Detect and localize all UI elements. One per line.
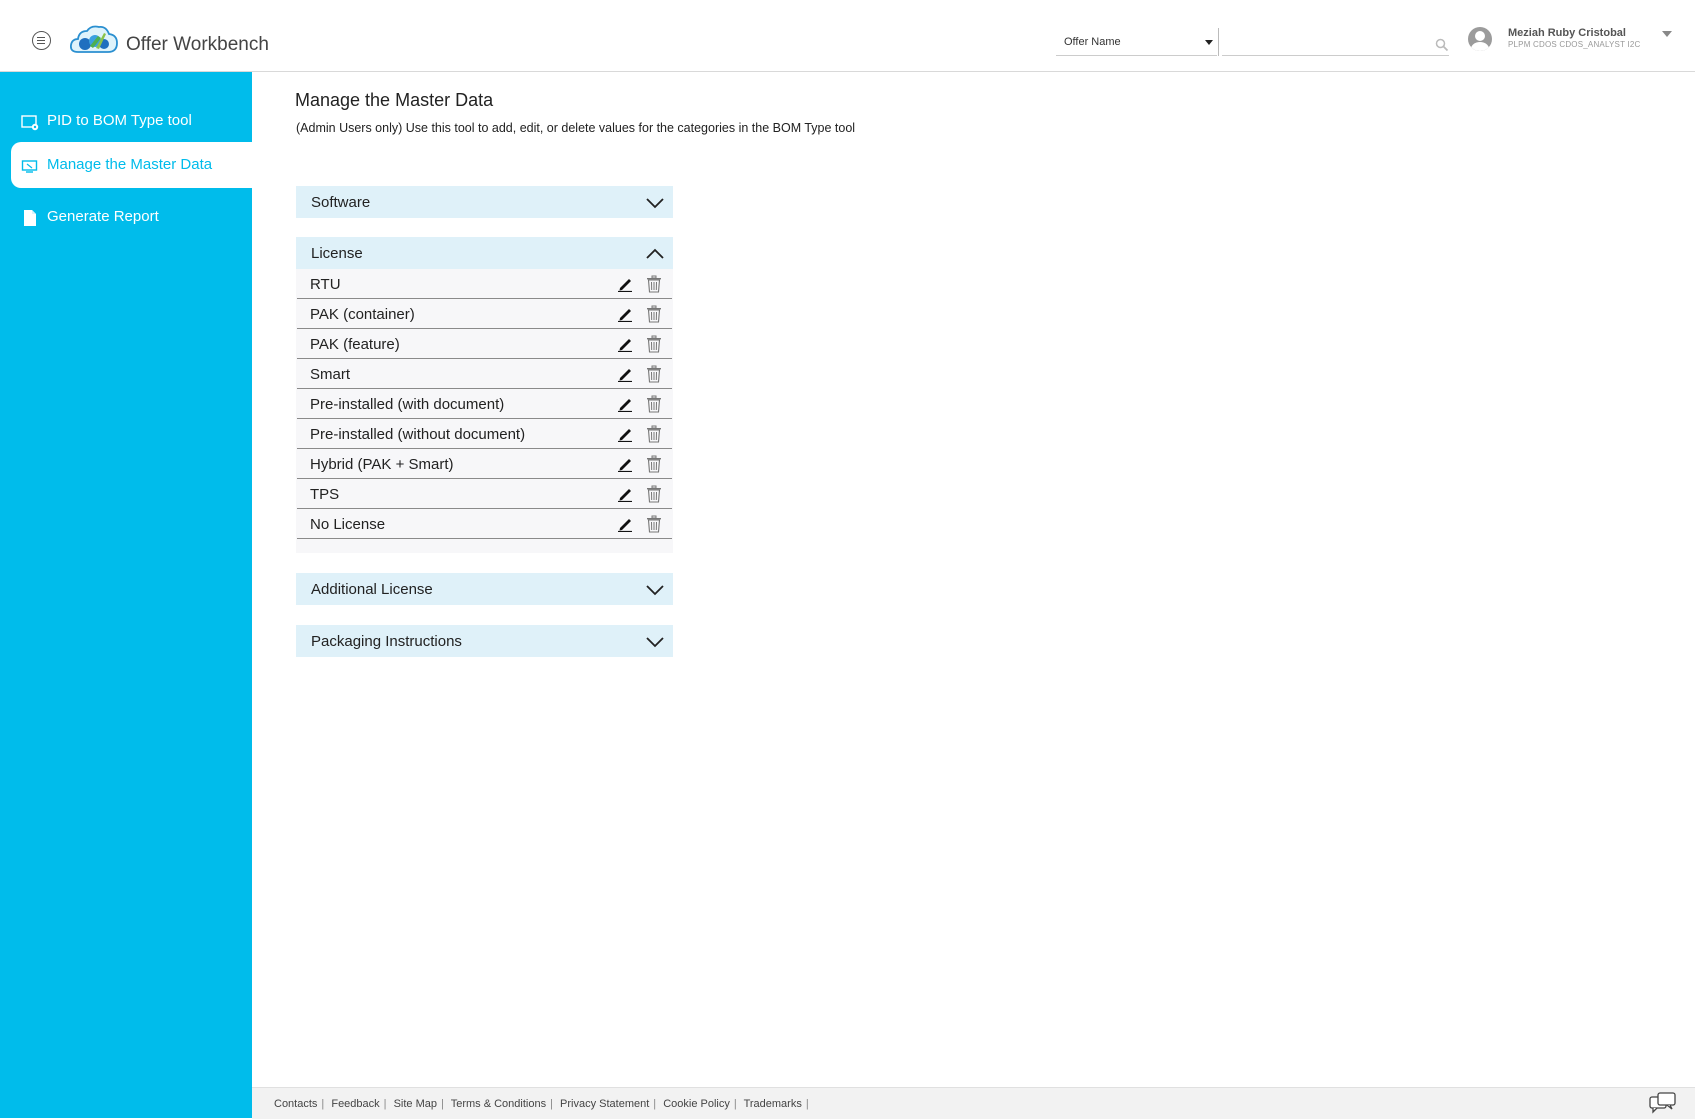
- sidebar-item-label: Generate Report: [47, 208, 159, 225]
- search-icon[interactable]: [1435, 38, 1449, 52]
- sidebar: PID to BOM Type tool Manage the Master D…: [0, 72, 252, 1118]
- menu-icon[interactable]: [32, 31, 51, 50]
- list-item: Smart: [297, 359, 672, 389]
- chevron-down-icon[interactable]: [645, 194, 665, 210]
- pencil-edit-icon[interactable]: [617, 396, 633, 412]
- sidebar-item-label: Manage the Master Data: [47, 156, 212, 173]
- list-item: Hybrid (PAK + Smart): [297, 449, 672, 479]
- footer-separator: |: [806, 1098, 809, 1110]
- app-title: Offer Workbench: [126, 34, 269, 56]
- list-item: PAK (feature): [297, 329, 672, 359]
- panel-title: Software: [311, 194, 370, 211]
- footer-link-contacts[interactable]: Contacts: [274, 1098, 317, 1110]
- cloud-logo-icon: [68, 24, 120, 56]
- footer-link-privacy[interactable]: Privacy Statement: [560, 1098, 649, 1110]
- list-item-label: PAK (container): [310, 306, 415, 323]
- list-item: TPS: [297, 479, 672, 509]
- search-divider: [1218, 28, 1219, 56]
- panel-header-license[interactable]: License: [296, 237, 673, 269]
- list-item-label: No License: [310, 516, 385, 533]
- panel-header-packaging-instructions[interactable]: Packaging Instructions: [296, 625, 673, 657]
- license-values-list: RTU PAK (container) PAK (feature) Smart …: [296, 269, 673, 553]
- footer: Contacts | Feedback | Site Map | Terms & Co…: [252, 1087, 1695, 1119]
- user-name: Meziah Ruby Cristobal: [1508, 27, 1626, 39]
- footer-link-trademarks[interactable]: Trademarks: [744, 1098, 802, 1110]
- search-input[interactable]: [1222, 28, 1449, 56]
- page-subtitle: (Admin Users only) Use this tool to add,…: [296, 121, 855, 135]
- chevron-down-icon[interactable]: [645, 633, 665, 649]
- trash-delete-icon[interactable]: [645, 305, 663, 323]
- pencil-edit-icon[interactable]: [617, 516, 633, 532]
- sidebar-item-manage-master-data[interactable]: Manage the Master Data: [11, 142, 252, 188]
- list-item-label: RTU: [310, 276, 341, 293]
- footer-separator: |: [734, 1098, 737, 1110]
- list-item-label: Pre-installed (with document): [310, 396, 504, 413]
- list-item-label: Smart: [310, 366, 350, 383]
- trash-delete-icon[interactable]: [645, 365, 663, 383]
- list-item: No License: [297, 509, 672, 539]
- trash-delete-icon[interactable]: [645, 395, 663, 413]
- trash-delete-icon[interactable]: [645, 455, 663, 473]
- panel-title: License: [311, 245, 363, 262]
- footer-link-terms[interactable]: Terms & Conditions: [451, 1098, 546, 1110]
- trash-delete-icon[interactable]: [645, 515, 663, 533]
- sidebar-item-label: PID to BOM Type tool: [47, 112, 192, 129]
- user-role: PLPM CDOS CDOS_ANALYST I2C: [1508, 40, 1641, 49]
- panel-license: License RTU PAK (container) PAK (feature…: [296, 237, 673, 553]
- pencil-edit-icon[interactable]: [617, 486, 633, 502]
- user-menu-caret-icon[interactable]: [1662, 31, 1672, 37]
- panel-title: Additional License: [311, 581, 433, 598]
- footer-separator: |: [550, 1098, 553, 1110]
- sidebar-item-pid-to-bom[interactable]: PID to BOM Type tool: [11, 98, 252, 144]
- chevron-down-icon[interactable]: [645, 581, 665, 597]
- list-item-label: Pre-installed (without document): [310, 426, 525, 443]
- footer-link-cookie-policy[interactable]: Cookie Policy: [663, 1098, 730, 1110]
- panel-header-software[interactable]: Software: [296, 186, 673, 218]
- panel-packaging-instructions: Packaging Instructions: [296, 625, 673, 657]
- footer-separator: |: [441, 1098, 444, 1110]
- trash-delete-icon[interactable]: [645, 335, 663, 353]
- trash-delete-icon[interactable]: [645, 275, 663, 293]
- list-item-label: PAK (feature): [310, 336, 400, 353]
- dropdown-caret-icon: [1205, 40, 1213, 45]
- trash-delete-icon[interactable]: [645, 485, 663, 503]
- panel-software: Software: [296, 186, 673, 218]
- top-header: Offer Workbench Offer Name Meziah Ruby C…: [0, 0, 1695, 72]
- panel-additional-license: Additional License: [296, 573, 673, 605]
- pencil-edit-icon[interactable]: [617, 306, 633, 322]
- footer-separator: |: [384, 1098, 387, 1110]
- avatar[interactable]: [1468, 27, 1492, 51]
- panel-title: Packaging Instructions: [311, 633, 462, 650]
- chevron-up-icon[interactable]: [645, 245, 665, 261]
- monitor-icon: [21, 157, 39, 175]
- list-item: Pre-installed (with document): [297, 389, 672, 419]
- footer-separator: |: [321, 1098, 324, 1110]
- document-icon: [21, 209, 39, 227]
- chat-feedback-icon[interactable]: [1649, 1092, 1677, 1114]
- pencil-edit-icon[interactable]: [617, 426, 633, 442]
- pencil-edit-icon[interactable]: [617, 336, 633, 352]
- panel-header-additional-license[interactable]: Additional License: [296, 573, 673, 605]
- search-category-select[interactable]: Offer Name: [1056, 28, 1217, 56]
- search-category-value: Offer Name: [1064, 36, 1121, 48]
- page-title: Manage the Master Data: [295, 90, 493, 111]
- list-item-label: Hybrid (PAK + Smart): [310, 456, 454, 473]
- list-item: PAK (container): [297, 299, 672, 329]
- footer-link-site-map[interactable]: Site Map: [394, 1098, 437, 1110]
- footer-separator: |: [653, 1098, 656, 1110]
- footer-link-feedback[interactable]: Feedback: [331, 1098, 379, 1110]
- pencil-edit-icon[interactable]: [617, 366, 633, 382]
- footer-links: Contacts | Feedback | Site Map | Terms & Co…: [274, 1098, 813, 1110]
- list-item: Pre-installed (without document): [297, 419, 672, 449]
- pencil-edit-icon[interactable]: [617, 456, 633, 472]
- pencil-edit-icon[interactable]: [617, 276, 633, 292]
- list-item: RTU: [297, 269, 672, 299]
- trash-delete-icon[interactable]: [645, 425, 663, 443]
- sidebar-item-generate-report[interactable]: Generate Report: [11, 194, 252, 240]
- tool-icon: [21, 113, 39, 131]
- list-item-label: TPS: [310, 486, 339, 503]
